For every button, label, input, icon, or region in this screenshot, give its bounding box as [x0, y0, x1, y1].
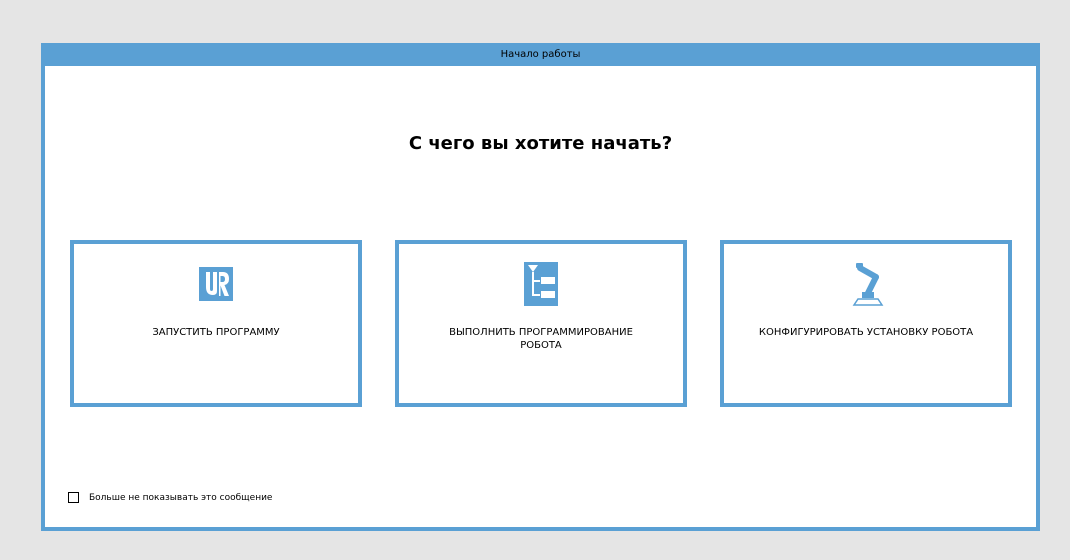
dont-show-again-label: Больше не показывать это сообщение: [89, 492, 273, 503]
program-robot-button[interactable]: ВЫПОЛНИТЬ ПРОГРАММИРОВАНИЕ РОБОТА: [395, 240, 687, 407]
dialog-title: Начало работы: [41, 43, 1040, 66]
dont-show-again-checkbox[interactable]: [68, 492, 79, 503]
dialog-question: С чего вы хотите начать?: [408, 133, 673, 154]
configure-installation-label: КОНФИГУРИРОВАТЬ УСТАНОВКУ РОБОТА: [758, 327, 974, 338]
program-tree-icon: [521, 262, 561, 306]
configure-installation-button[interactable]: КОНФИГУРИРОВАТЬ УСТАНОВКУ РОБОТА: [720, 240, 1012, 407]
run-program-label: ЗАПУСТИТЬ ПРОГРАММУ: [152, 327, 280, 338]
program-robot-label: ВЫПОЛНИТЬ ПРОГРАММИРОВАНИЕ РОБОТА: [449, 327, 633, 351]
ur-logo-icon: [196, 262, 236, 306]
run-program-button[interactable]: ЗАПУСТИТЬ ПРОГРАММУ: [70, 240, 362, 407]
robot-arm-icon: [846, 262, 886, 306]
dont-show-again: Больше не показывать это сообщение: [68, 492, 272, 503]
welcome-dialog: Начало работы С чего вы хотите начать? З…: [41, 43, 1040, 531]
